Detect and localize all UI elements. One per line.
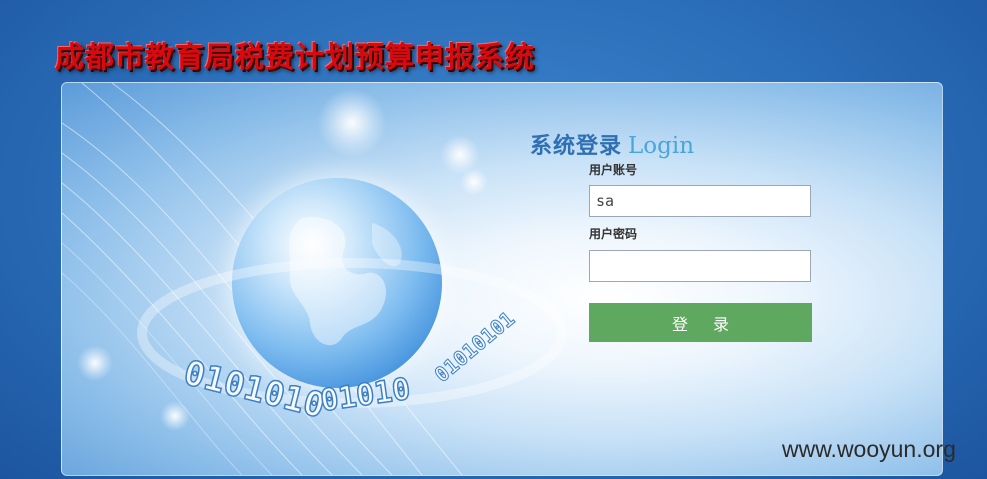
login-panel: 0101010 01010 01010101 系统登录 Login 用户账号 用… [61,82,943,476]
login-button[interactable]: 登 录 [589,303,812,342]
sparkle [77,345,113,381]
watermark: www.wooyun.org [782,436,956,462]
password-input[interactable] [589,250,811,282]
binary-ring: 0101010 01010 01010101 [137,258,567,427]
username-input[interactable] [589,185,811,217]
password-label: 用户密码 [589,227,638,241]
username-label: 用户账号 [589,163,638,177]
svg-text:01010101: 01010101 [430,307,519,387]
login-heading-en: Login [628,133,695,159]
svg-text:01010: 01010 [318,372,412,419]
sparkle [317,88,387,158]
sparkle [460,168,488,196]
login-heading-cn: 系统登录 [530,134,623,159]
app-title: 成都市教育局税费计划预算申报系统 [55,40,536,74]
svg-text:0101010: 0101010 [180,353,329,426]
login-heading: 系统登录 Login [530,128,694,160]
